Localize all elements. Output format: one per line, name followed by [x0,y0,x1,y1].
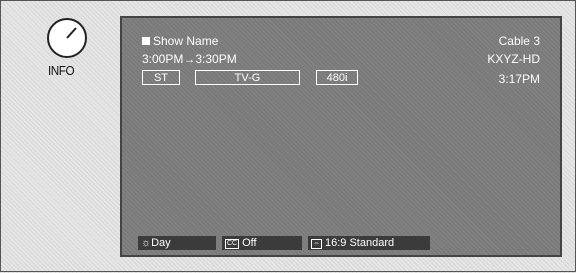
resolution-badge: 480i [316,70,358,85]
audio-badge: ST [142,70,180,85]
square-icon [142,37,150,45]
time-range: 3:00PM→3:30PM [142,52,237,66]
info-knob-icon[interactable] [47,18,87,58]
closed-caption[interactable]: CC Off [222,236,302,250]
bottom-bar: ☼Day CC Off ⇔ 16:9 Standard [138,236,544,250]
aspect-icon: ⇔ [311,239,322,249]
sun-icon: ☼ [141,237,152,249]
current-time: 3:17PM [498,72,540,86]
aspect-ratio[interactable]: ⇔ 16:9 Standard [308,236,430,250]
day-mode[interactable]: ☼Day [138,236,216,250]
show-name: Show Name [142,34,218,48]
station-name: KXYZ-HD [487,52,540,66]
cc-icon: CC [225,239,240,249]
tv-screen: Show Name Cable 3 3:00PM→3:30PM KXYZ-HD … [120,16,562,257]
info-banner: Show Name Cable 3 3:00PM→3:30PM KXYZ-HD … [138,32,544,96]
info-label: INFO [48,63,75,78]
rating-badge: TV-G [195,70,300,85]
cable-channel: Cable 3 [498,34,540,48]
